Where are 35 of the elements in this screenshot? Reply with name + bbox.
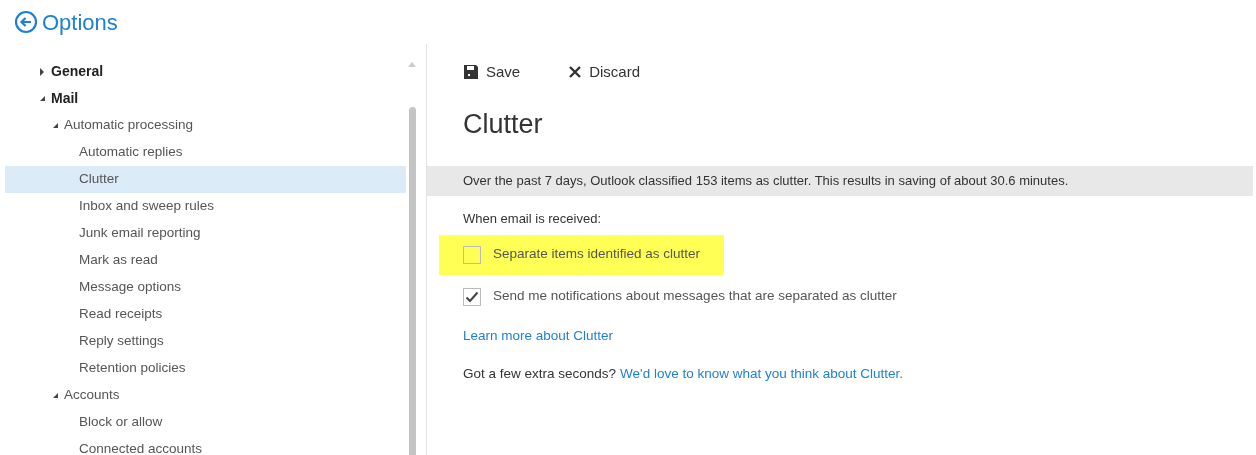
feedback-prompt: Got a few extra seconds? (463, 364, 617, 383)
learn-more-link[interactable]: Learn more about Clutter (463, 325, 614, 346)
nav-item[interactable]: Connected accounts (5, 436, 406, 455)
nav-item[interactable]: Automatic processing (5, 112, 406, 139)
discard-button[interactable]: Discard (568, 61, 641, 84)
nav-item[interactable]: Mark as read (5, 247, 406, 274)
info-banner: Over the past 7 days, Outlook classified 153 items as clutter. This results in saving of about 30.6 minutes. (427, 166, 1253, 196)
page-header-title: Options (42, 8, 118, 37)
close-icon (568, 65, 583, 80)
collapse-arrow-icon[interactable] (52, 122, 59, 129)
checkbox[interactable] (463, 287, 481, 306)
nav-item[interactable]: Reply settings (5, 328, 406, 355)
nav-item[interactable]: Accounts (5, 382, 406, 409)
nav-item[interactable]: Clutter (5, 166, 406, 193)
nav-item[interactable]: General (5, 58, 406, 85)
nav-item[interactable]: Automatic replies (5, 139, 406, 166)
save-icon (463, 64, 479, 81)
checkbox[interactable] (463, 245, 481, 264)
page-title: Clutter (462, 107, 544, 141)
checkbox-option[interactable]: Send me notifications about messages that are separated as clutter (439, 276, 921, 317)
collapse-arrow-icon[interactable] (52, 392, 59, 399)
nav-item[interactable]: Retention policies (5, 355, 406, 382)
nav-item[interactable]: Message options (5, 274, 406, 301)
collapse-arrow-icon[interactable] (39, 95, 46, 102)
nav-item[interactable]: Block or allow (5, 409, 406, 436)
nav-item[interactable]: Mail (5, 85, 406, 112)
nav-item[interactable]: Inbox and sweep rules (5, 193, 406, 220)
save-button[interactable]: Save (463, 61, 521, 84)
nav-item[interactable]: Read receipts (5, 301, 406, 328)
feedback-link[interactable]: We'd love to know what you think about Clutter. (620, 363, 904, 384)
checkbox-option[interactable]: Separate items identified as clutter (439, 234, 725, 275)
back-icon[interactable] (14, 10, 38, 34)
section-label: When email is received: (462, 210, 602, 228)
expand-arrow-icon[interactable] (39, 67, 46, 76)
nav-item[interactable]: Junk email reporting (5, 220, 406, 247)
